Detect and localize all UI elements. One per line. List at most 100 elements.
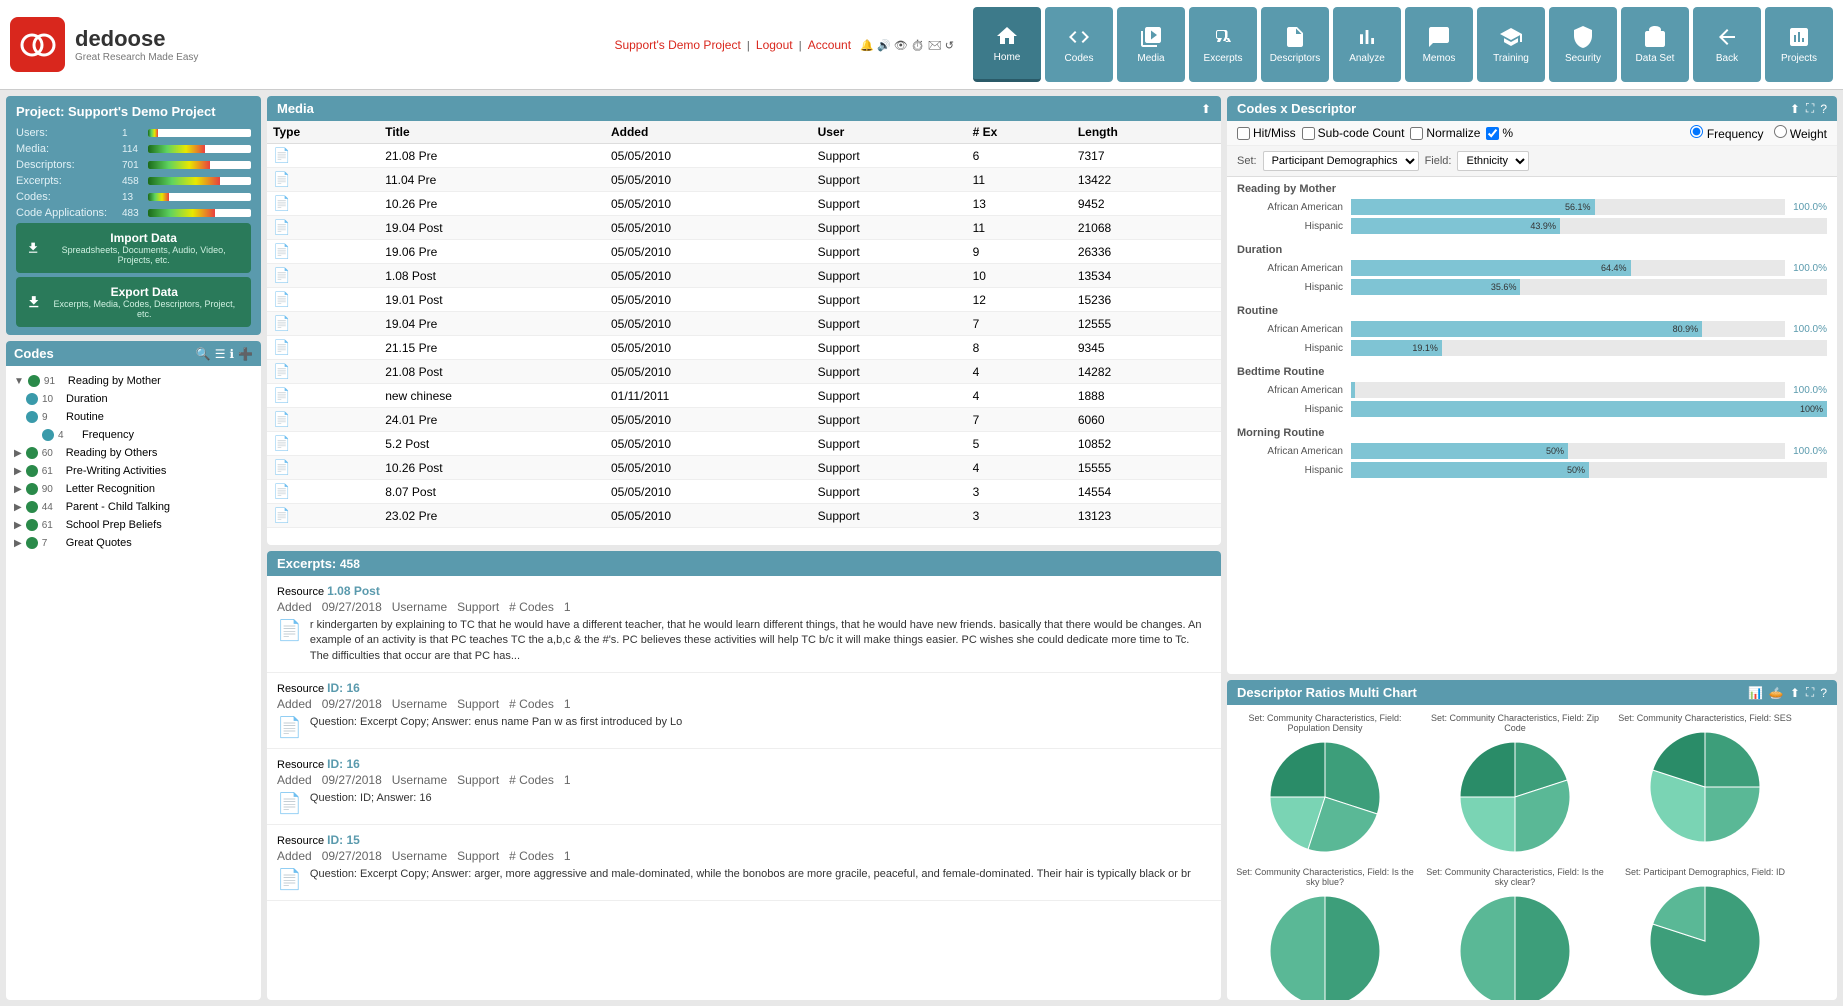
table-row[interactable]: 📄 21.08 Pre 05/05/2010 Support 6 7317 — [267, 144, 1221, 168]
table-row[interactable]: 📄 1.08 Post 05/05/2010 Support 10 13534 — [267, 264, 1221, 288]
list-item[interactable]: Resource ID: 16 Added 09/27/2018 Usernam… — [267, 749, 1221, 825]
pct-check[interactable] — [1486, 127, 1499, 140]
table-row[interactable]: 📄 new chinese 01/11/2011 Support 4 1888 — [267, 384, 1221, 408]
cell-user: Support — [812, 504, 967, 528]
nav-home-button[interactable]: Home — [973, 7, 1041, 82]
code-dot — [26, 393, 38, 405]
cell-title: 19.04 Post — [379, 216, 605, 240]
project-label: Support's Demo Project — [614, 38, 740, 52]
chart-scroll[interactable]: Reading by Mother African American 56.1%… — [1227, 177, 1837, 674]
table-row[interactable]: 📄 8.07 Post 05/05/2010 Support 3 14554 — [267, 480, 1221, 504]
nav-memos-label: Memos — [1423, 53, 1456, 64]
code-item[interactable]: 10 Duration — [10, 390, 257, 408]
table-row[interactable]: 📄 19.04 Post 05/05/2010 Support 11 21068 — [267, 216, 1221, 240]
list-item[interactable]: Resource 1.08 Post Added 09/27/2018 User… — [267, 576, 1221, 673]
table-row[interactable]: 📄 23.02 Pre 05/05/2010 Support 3 13123 — [267, 504, 1221, 528]
table-row[interactable]: 📄 24.01 Pre 05/05/2010 Support 7 6060 — [267, 408, 1221, 432]
nav-training-button[interactable]: Training — [1477, 7, 1545, 82]
cell-ex: 5 — [967, 432, 1072, 456]
cell-length: 15236 — [1072, 288, 1221, 312]
chart-pie-icon[interactable]: 🥧 — [1769, 686, 1784, 700]
export-data-button[interactable]: Export Data Excerpts, Media, Codes, Desc… — [16, 277, 251, 327]
col-type[interactable]: Type — [267, 121, 379, 144]
code-item[interactable]: 4 Frequency — [10, 426, 257, 444]
nav-descriptors-button[interactable]: Descriptors — [1261, 7, 1329, 82]
table-row[interactable]: 📄 21.15 Pre 05/05/2010 Support 8 9345 — [267, 336, 1221, 360]
code-item[interactable]: ▶ 60 Reading by Others — [10, 444, 257, 462]
code-item[interactable]: ▼ 91 Reading by Mother — [10, 372, 257, 390]
expand-icon[interactable]: ⛶ — [1806, 101, 1814, 116]
col-length[interactable]: Length — [1072, 121, 1221, 144]
code-item[interactable]: ▶ 61 Pre-Writing Activities — [10, 462, 257, 480]
weight-radio-label[interactable]: Weight — [1774, 125, 1827, 141]
excerpts-scroll[interactable]: Resource 1.08 Post Added 09/27/2018 User… — [267, 576, 1221, 1000]
table-row[interactable]: 📄 10.26 Pre 05/05/2010 Support 13 9452 — [267, 192, 1221, 216]
media-upload-icon[interactable]: ⬆ — [1201, 102, 1211, 116]
descriptor-help-icon[interactable]: ? — [1820, 686, 1827, 700]
nav-dataset-button[interactable]: Data Set — [1621, 7, 1689, 82]
hit-miss-check[interactable] — [1237, 127, 1250, 140]
normalize-check[interactable] — [1410, 127, 1423, 140]
weight-radio[interactable] — [1774, 125, 1787, 138]
doc-icon: 📄 — [273, 147, 290, 163]
code-item[interactable]: ▶ 44 Parent - Child Talking — [10, 498, 257, 516]
code-item[interactable]: 9 Routine — [10, 408, 257, 426]
list-item[interactable]: Resource ID: 16 Added 09/27/2018 Usernam… — [267, 673, 1221, 749]
table-row[interactable]: 📄 10.26 Post 05/05/2010 Support 4 15555 — [267, 456, 1221, 480]
import-data-button[interactable]: Import Data Spreadsheets, Documents, Aud… — [16, 223, 251, 273]
cell-ex: 13 — [967, 192, 1072, 216]
app-logo[interactable] — [10, 17, 65, 72]
col-user[interactable]: User — [812, 121, 967, 144]
pct-checkbox[interactable]: % — [1486, 126, 1513, 140]
nav-excerpts-button[interactable]: Excerpts — [1189, 7, 1257, 82]
logout-link[interactable]: Logout — [756, 38, 793, 52]
media-table-scroll[interactable]: Type Title Added User # Ex Length 📄 21.0… — [267, 121, 1221, 545]
descriptor-upload-icon[interactable]: ⬆ — [1790, 686, 1800, 700]
table-row[interactable]: 📄 5.2 Post 05/05/2010 Support 5 10852 — [267, 432, 1221, 456]
help-icon[interactable]: ? — [1820, 102, 1827, 116]
sub-code-checkbox[interactable]: Sub-code Count — [1302, 126, 1405, 140]
table-row[interactable]: 📄 11.04 Pre 05/05/2010 Support 11 13422 — [267, 168, 1221, 192]
nav-projects-button[interactable]: Projects — [1765, 7, 1833, 82]
nav-back-button[interactable]: Back — [1693, 7, 1761, 82]
cell-user: Support — [812, 456, 967, 480]
info-icon[interactable]: ℹ — [229, 347, 234, 361]
code-item[interactable]: ▶ 90 Letter Recognition — [10, 480, 257, 498]
sub-code-check[interactable] — [1302, 127, 1315, 140]
table-row[interactable]: 📄 21.08 Post 05/05/2010 Support 4 14282 — [267, 360, 1221, 384]
filter-icon[interactable]: ☰ — [215, 347, 226, 361]
hit-miss-checkbox[interactable]: Hit/Miss — [1237, 126, 1296, 140]
code-dot — [42, 429, 54, 441]
table-row[interactable]: 📄 19.04 Pre 05/05/2010 Support 7 12555 — [267, 312, 1221, 336]
nav-memos-button[interactable]: Memos — [1405, 7, 1473, 82]
normalize-checkbox[interactable]: Normalize — [1410, 126, 1480, 140]
nav-media-button[interactable]: Media — [1117, 7, 1185, 82]
code-dot — [26, 501, 38, 513]
upload-icon[interactable]: ⬆ — [1790, 102, 1800, 116]
total-label: 100.0% — [1793, 324, 1827, 335]
frequency-radio-label[interactable]: Frequency — [1690, 125, 1763, 141]
codes-val: 1 — [564, 773, 571, 787]
nav-security-button[interactable]: Security — [1549, 7, 1617, 82]
code-item[interactable]: ▶ 7 Great Quotes — [10, 534, 257, 552]
add-code-icon[interactable]: ➕ — [238, 347, 253, 361]
field-select[interactable]: Ethnicity — [1457, 151, 1529, 171]
bar-container — [1351, 382, 1785, 398]
set-select[interactable]: Participant Demographics — [1263, 151, 1419, 171]
pie-chart-label: Set: Community Characteristics, Field: S… — [1618, 713, 1792, 723]
nav-codes-button[interactable]: Codes — [1045, 7, 1113, 82]
table-row[interactable]: 📄 19.06 Pre 05/05/2010 Support 9 26336 — [267, 240, 1221, 264]
col-title[interactable]: Title — [379, 121, 605, 144]
code-item[interactable]: ▶ 61 School Prep Beliefs — [10, 516, 257, 534]
table-row[interactable]: 📄 19.01 Post 05/05/2010 Support 12 15236 — [267, 288, 1221, 312]
nav-analyze-button[interactable]: Analyze — [1333, 7, 1401, 82]
chart-bar-icon[interactable]: 📊 — [1748, 686, 1763, 700]
cell-type: 📄 — [267, 288, 379, 312]
account-link[interactable]: Account — [808, 38, 851, 52]
col-added[interactable]: Added — [605, 121, 812, 144]
frequency-radio[interactable] — [1690, 125, 1703, 138]
search-icon[interactable]: 🔍 — [196, 347, 211, 361]
descriptor-expand-icon[interactable]: ⛶ — [1806, 685, 1814, 700]
list-item[interactable]: Resource ID: 15 Added 09/27/2018 Usernam… — [267, 825, 1221, 901]
col-ex[interactable]: # Ex — [967, 121, 1072, 144]
